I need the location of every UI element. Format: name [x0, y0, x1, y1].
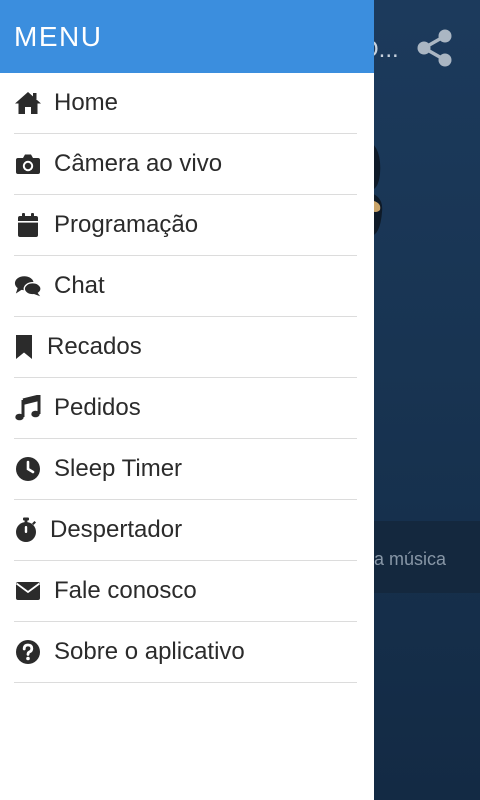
- clock-icon: [14, 455, 42, 483]
- menu-label-messages: Recados: [47, 333, 142, 360]
- stopwatch-icon: [14, 516, 38, 544]
- menu-item-camera[interactable]: Câmera ao vivo: [14, 134, 357, 195]
- menu-label-camera: Câmera ao vivo: [54, 150, 223, 177]
- menu-item-schedule[interactable]: Programação: [14, 195, 357, 256]
- calendar-icon: [14, 211, 42, 239]
- menu-item-alarm[interactable]: Despertador: [14, 500, 357, 561]
- question-circle-icon: [14, 638, 42, 666]
- chat-icon: [14, 272, 42, 300]
- menu-label-alarm: Despertador: [50, 516, 183, 543]
- menu-label-home: Home: [54, 89, 119, 116]
- menu-item-chat[interactable]: Chat: [14, 256, 357, 317]
- menu-item-requests[interactable]: Pedidos: [14, 378, 357, 439]
- camera-icon: [14, 150, 42, 178]
- background-bar-text: a música: [374, 549, 447, 569]
- bookmark-icon: [14, 333, 34, 361]
- menu-label-sleep-timer: Sleep Timer: [54, 455, 183, 482]
- background-now-playing-bar: a música: [374, 521, 480, 593]
- envelope-icon: [14, 577, 42, 605]
- home-icon: [14, 89, 42, 117]
- music-icon: [14, 394, 42, 422]
- menu-item-messages[interactable]: Recados: [14, 317, 357, 378]
- navigation-drawer: MENU Home Câmera ao vivo Programação Cha…: [0, 0, 374, 800]
- menu-label-schedule: Programação: [54, 211, 199, 238]
- menu-item-home[interactable]: Home: [14, 73, 357, 134]
- menu-item-contact[interactable]: Fale conosco: [14, 561, 357, 622]
- menu-label-chat: Chat: [54, 272, 105, 299]
- menu-label-about: Sobre o aplicativo: [54, 638, 245, 665]
- menu-item-sleep-timer[interactable]: Sleep Timer: [14, 439, 357, 500]
- menu-list: Home Câmera ao vivo Programação Chat Rec…: [0, 73, 374, 683]
- menu-label-requests: Pedidos: [54, 394, 141, 421]
- drawer-title: MENU: [14, 20, 103, 52]
- menu-label-contact: Fale conosco: [54, 577, 197, 604]
- drawer-header: MENU: [0, 0, 374, 73]
- menu-item-about[interactable]: Sobre o aplicativo: [14, 622, 357, 683]
- share-icon[interactable]: [416, 28, 454, 68]
